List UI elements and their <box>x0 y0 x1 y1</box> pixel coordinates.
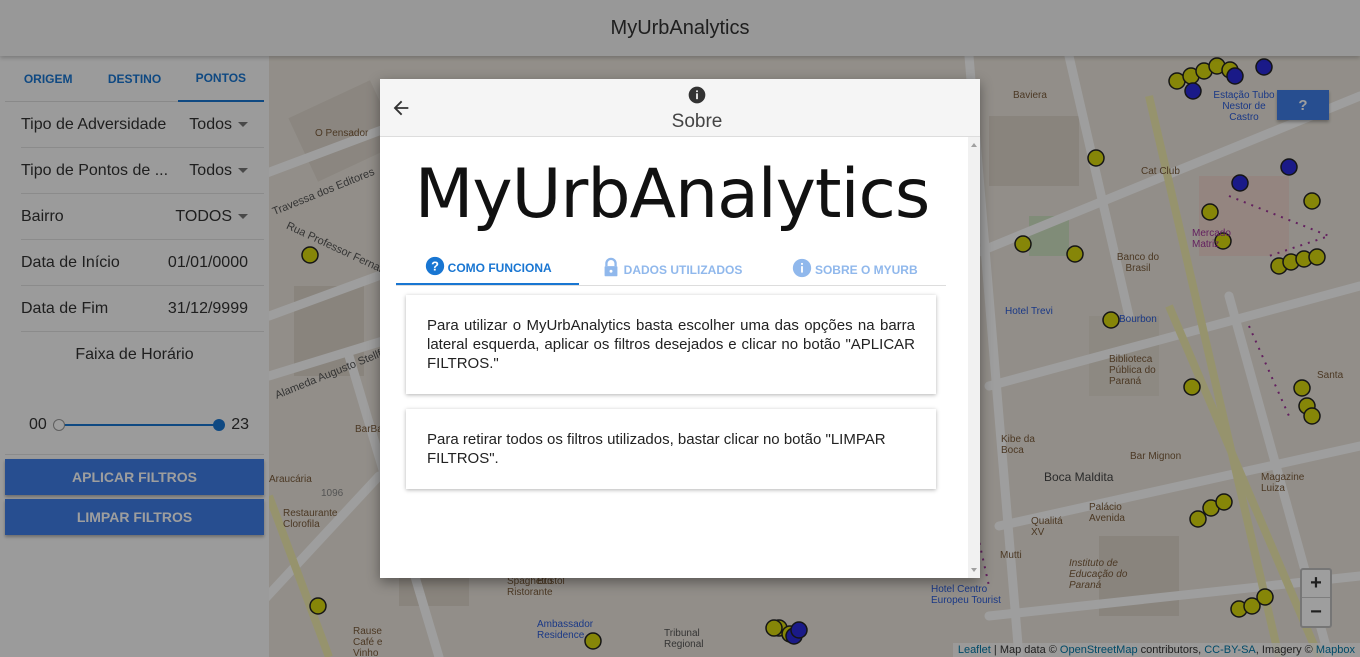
tab-label: SOBRE O MYURB <box>814 263 918 277</box>
about-dialog: Sobre MyUrbAnalytics ? COMO FUNCIONA DAD… <box>380 79 980 578</box>
svg-text:?: ? <box>431 259 439 274</box>
scroll-up-icon[interactable] <box>971 143 977 147</box>
dialog-title: Sobre <box>671 111 723 132</box>
about-tabs: ? COMO FUNCIONA DADOS UTILIZADOS SOBRE O… <box>396 251 946 286</box>
tab-dados-utilizados[interactable]: DADOS UTILIZADOS <box>579 251 762 285</box>
dialog-header: Sobre <box>380 79 980 137</box>
dialog-scrollbar[interactable] <box>968 137 980 578</box>
info-circle-icon <box>792 258 812 278</box>
tab-label: DADOS UTILIZADOS <box>623 263 743 277</box>
info-card: Para utilizar o MyUrbAnalytics basta esc… <box>406 295 936 394</box>
scroll-down-icon[interactable] <box>971 568 977 572</box>
info-card: Para retirar todos os filtros utilizados… <box>406 409 936 489</box>
help-circle-icon: ? <box>425 256 444 276</box>
lock-icon <box>604 257 618 277</box>
tab-sobre-myurb[interactable]: SOBRE O MYURB <box>763 251 946 285</box>
tab-label: COMO FUNCIONA <box>447 261 552 275</box>
about-heading: MyUrbAnalytics <box>414 155 931 234</box>
info-icon <box>688 86 706 104</box>
tab-como-funciona[interactable]: ? COMO FUNCIONA <box>396 251 580 285</box>
